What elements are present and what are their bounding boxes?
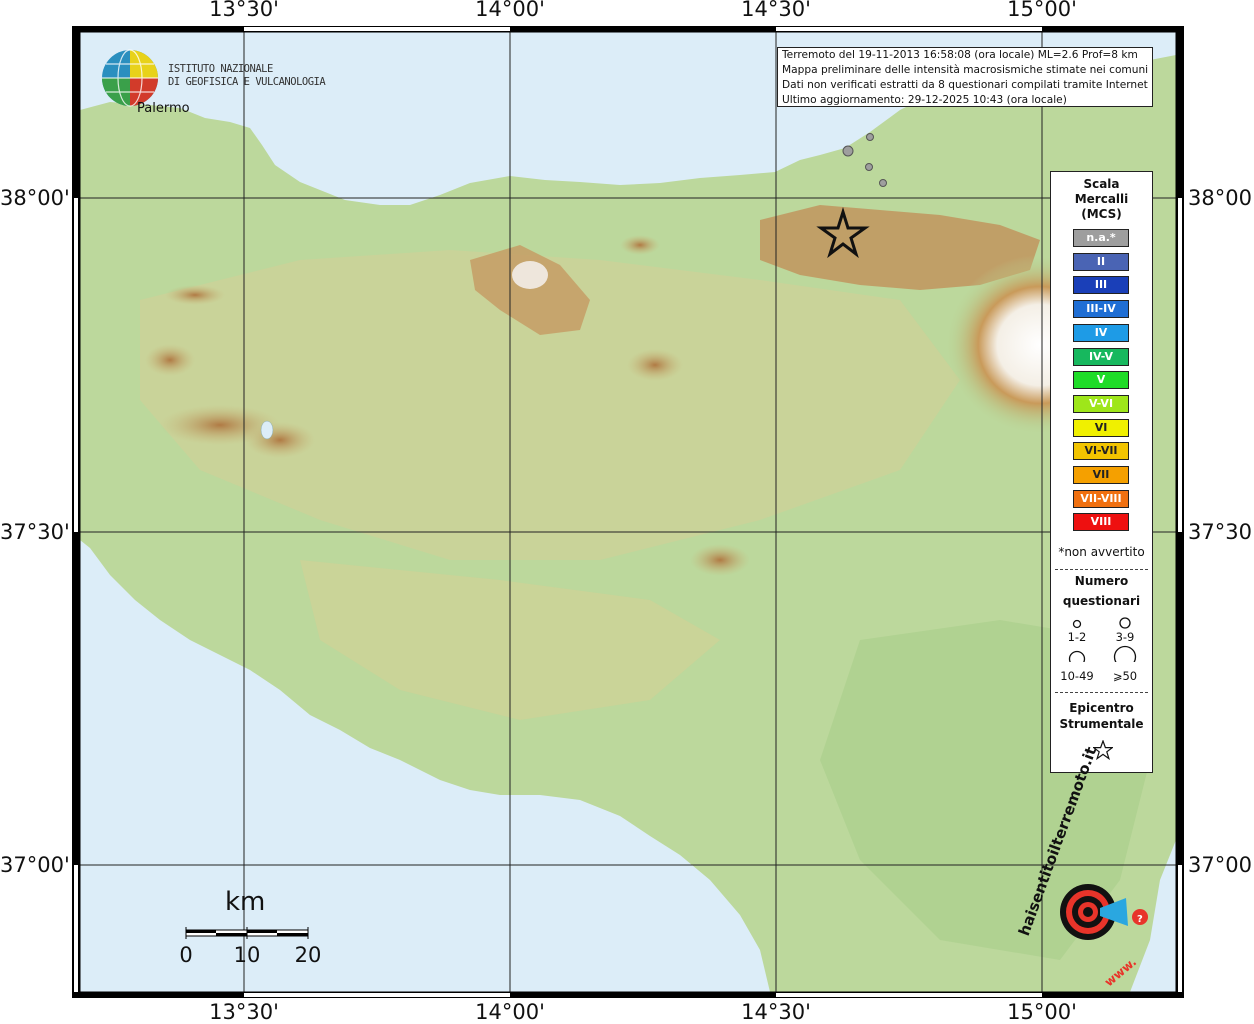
lon-label-top: 14°00' (475, 0, 545, 21)
mcs-level-8: V-VI (1073, 394, 1129, 413)
legend-title: Scala Mercalli (MCS) (1074, 177, 1129, 221)
count-title: questionari (1062, 594, 1141, 608)
count-symbol-xlarge (1113, 645, 1137, 662)
mcs-level-13: VIII (1073, 513, 1129, 532)
madonie-peak (512, 261, 548, 289)
scalebar (185, 927, 309, 939)
mcs-level-3: III (1073, 276, 1129, 295)
ingv-name-line1: ISTITUTO NAZIONALE (168, 63, 273, 75)
lat-label-right: 37°30' (1188, 520, 1254, 544)
lon-label-bottom: 14°00' (475, 1000, 545, 1024)
lat-label-left: 37°00' (0, 853, 70, 877)
lat-label-right: 38°00' (1188, 186, 1254, 210)
count-label: 1-2 (1067, 630, 1087, 644)
mcs-level-7: V (1073, 371, 1129, 390)
logo-icon-glyph: ? (1137, 914, 1143, 925)
marker-na (879, 179, 887, 187)
mcs-legend: Scala Mercalli (MCS) n.a.* II III III-IV IV I… (1050, 171, 1153, 773)
scalebar-tick: 0 (179, 943, 193, 967)
lon-label-bottom: 15°00' (1007, 1000, 1077, 1024)
mcs-level-10: VI-VII (1073, 442, 1129, 461)
place-label-palermo: Palermo (137, 101, 190, 116)
mcs-level-6: IV-V (1073, 347, 1129, 366)
mcs-level-9: VI (1073, 418, 1129, 437)
count-label: 10-49 (1060, 669, 1094, 683)
mcs-level-2: II (1073, 252, 1129, 271)
count-symbol-medium (1119, 617, 1131, 629)
mcs-level-4: III-IV (1073, 300, 1129, 319)
scalebar-unit: km (225, 887, 266, 917)
lat-label-right: 37°00' (1188, 853, 1254, 877)
event-info-line: Terremoto del 19-11-2013 16:58:08 (ora l… (782, 49, 1138, 61)
lon-label-top: 15°00' (1007, 0, 1077, 21)
event-info-line: Dati non verificati estratti da 8 questi… (782, 79, 1148, 91)
event-info-line: Ultimo aggiornamento: 29-12-2025 10:43 (… (782, 94, 1067, 106)
scalebar-tick: 10 (233, 943, 261, 967)
count-label: 3-9 (1115, 630, 1135, 644)
lat-label-left: 38°00' (0, 186, 70, 210)
legend-note: *non avvertito (1058, 545, 1145, 559)
count-symbol-large (1068, 650, 1086, 662)
ingv-name-line2: DI GEOFISICA E VULCANOLOGIA (168, 76, 326, 88)
marker-na (866, 133, 874, 141)
epicenter-title: Strumentale (1059, 717, 1144, 731)
lat-label-left: 37°30' (0, 520, 70, 544)
epicenter-title: Epicentro (1069, 701, 1134, 715)
mcs-level-5: IV (1073, 323, 1129, 342)
mcs-level-1: n.a.* (1073, 229, 1129, 247)
marker-na (865, 163, 873, 171)
count-symbol-small (1072, 619, 1082, 629)
mcs-level-12: VII-VIII (1073, 489, 1129, 508)
lon-label-top: 13°30' (209, 0, 279, 21)
legend-divider (1055, 692, 1148, 693)
mcs-level-11: VII (1073, 466, 1129, 484)
count-title: Numero (1074, 574, 1129, 588)
scalebar-tick: 20 (294, 943, 322, 967)
marker-na (842, 145, 854, 157)
count-label: ⩾50 (1112, 669, 1138, 683)
lake (260, 420, 274, 440)
ingv-name: ISTITUTO NAZIONALE DI GEOFISICA E VULCAN… (168, 63, 326, 89)
lon-label-top: 14°30' (741, 0, 811, 21)
event-info-line: Mappa preliminare delle intensità macros… (782, 64, 1148, 76)
lon-label-bottom: 13°30' (209, 1000, 279, 1024)
legend-divider (1055, 569, 1148, 570)
event-info-box: Terremoto del 19-11-2013 16:58:08 (ora l… (777, 47, 1153, 107)
lon-label-bottom: 14°30' (741, 1000, 811, 1024)
